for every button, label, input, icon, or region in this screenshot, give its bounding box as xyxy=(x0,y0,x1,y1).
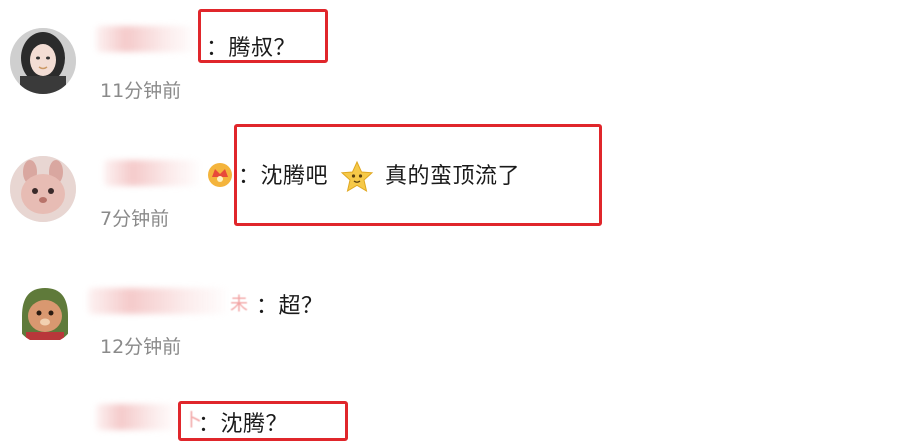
crown-badge-icon xyxy=(206,160,234,188)
username-blurred[interactable] xyxy=(88,288,228,314)
comment-time: 12分钟前 xyxy=(100,336,182,358)
comment-time: 7分钟前 xyxy=(100,208,170,230)
comment-item: ：沈腾吧 真的蛮顶流了 7分钟前 xyxy=(0,120,900,250)
user-avatar[interactable] xyxy=(10,28,76,94)
comment-item: 卜 ：沈腾？ xyxy=(0,392,900,441)
avatar-image xyxy=(10,28,76,94)
username-blurred[interactable] xyxy=(104,160,200,186)
highlight-box xyxy=(198,9,328,63)
username-tail: 未 xyxy=(230,294,248,315)
user-avatar[interactable] xyxy=(14,282,76,344)
avatar-image xyxy=(10,156,76,222)
highlight-box xyxy=(234,124,602,226)
username-blurred[interactable] xyxy=(96,26,196,52)
comment-time: 11分钟前 xyxy=(100,80,182,102)
comment-item: ：腾叔？ 11分钟前 xyxy=(0,0,900,110)
avatar-image xyxy=(14,282,76,344)
highlight-box xyxy=(178,401,348,441)
comment-item: 未 ：超？ 12分钟前 xyxy=(0,262,900,372)
comment-text: ：超？ xyxy=(256,294,324,319)
user-avatar[interactable] xyxy=(10,156,76,222)
username-blurred[interactable] xyxy=(96,404,178,430)
